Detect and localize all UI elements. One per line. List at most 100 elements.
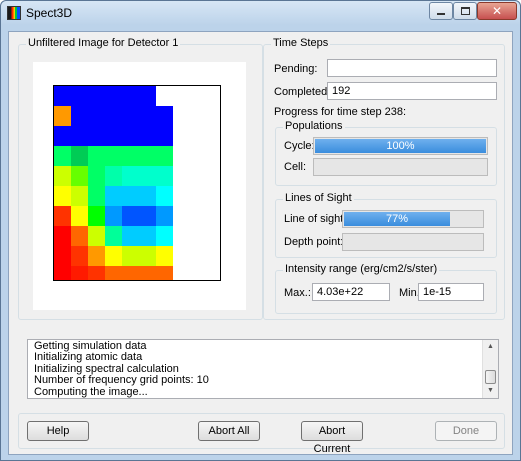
heatmap-cell [207, 86, 220, 106]
depth-point-progress-bar [342, 233, 484, 251]
heatmap-cell [71, 266, 88, 280]
heatmap-cell [54, 106, 71, 126]
heatmap-cell [54, 226, 71, 246]
heatmap-cell [190, 106, 207, 126]
detector-image-panel [33, 62, 246, 310]
done-button[interactable]: Done [435, 421, 497, 441]
window-title: Spect3D [26, 6, 73, 20]
heatmap-cell [156, 206, 173, 226]
detector-heatmap [53, 85, 221, 281]
scroll-up-icon[interactable]: ▲ [483, 340, 498, 354]
cycle-label: Cycle: [284, 140, 315, 152]
heatmap-cell [139, 166, 156, 186]
heatmap-cell [173, 126, 190, 146]
heatmap-cell [54, 166, 71, 186]
max-intensity-field[interactable]: 4.03e+22 [312, 283, 390, 301]
heatmap-cell [54, 146, 71, 166]
image-group: Unfiltered Image for Detector 1 [18, 37, 263, 320]
max-label: Max.: [284, 287, 311, 299]
heatmap-cell [71, 126, 88, 146]
heatmap-cell [173, 266, 190, 280]
heatmap-cell [207, 106, 220, 126]
heatmap-cell [105, 186, 122, 206]
heatmap-cell [71, 186, 88, 206]
heatmap-cell [88, 126, 105, 146]
progress-caption: Progress for time step 238: [274, 106, 407, 118]
time-steps-label: Time Steps [271, 37, 331, 49]
minimize-icon [437, 13, 445, 15]
heatmap-cell [105, 246, 122, 266]
heatmap-cell [207, 146, 220, 166]
heatmap-cell [71, 86, 88, 106]
spect3d-app-icon [7, 6, 21, 20]
heatmap-cell [88, 86, 105, 106]
cycle-progress-bar: 100% [313, 137, 488, 155]
heatmap-cell [139, 246, 156, 266]
heatmap-cell [54, 206, 71, 226]
heatmap-cell [190, 186, 207, 206]
completed-field[interactable]: 192 [327, 82, 497, 100]
cell-progress-bar [313, 158, 488, 176]
intensity-range-group: Intensity range (erg/cm2/s/ster) Max.: 4… [275, 263, 497, 314]
populations-label: Populations [283, 120, 345, 132]
heatmap-cell [122, 146, 139, 166]
min-intensity-field[interactable]: 1e-15 [418, 283, 484, 301]
heatmap-cell [139, 86, 156, 106]
log-scrollbar[interactable]: ▲ ▼ [482, 340, 498, 398]
heatmap-cell [173, 146, 190, 166]
heatmap-cell [139, 226, 156, 246]
maximize-icon [460, 7, 470, 15]
heatmap-cell [71, 246, 88, 266]
heatmap-cell [207, 266, 220, 280]
heatmap-cell [71, 226, 88, 246]
heatmap-cell [122, 266, 139, 280]
heatmap-cell [54, 266, 71, 280]
log-line: Computing the image... [34, 385, 148, 398]
heatmap-cell [122, 126, 139, 146]
heatmap-cell [122, 86, 139, 106]
heatmap-cell [105, 206, 122, 226]
heatmap-cell [88, 186, 105, 206]
image-group-label: Unfiltered Image for Detector 1 [26, 37, 181, 49]
heatmap-cell [190, 266, 207, 280]
heatmap-cell [207, 246, 220, 266]
scroll-down-icon[interactable]: ▼ [483, 384, 498, 398]
log-lines: Getting simulation data Initializing ato… [34, 340, 480, 398]
populations-group: Populations Cycle: 100% Cell: [275, 120, 497, 186]
abort-all-button[interactable]: Abort All [198, 421, 260, 441]
heatmap-cell [122, 246, 139, 266]
heatmap-cell [54, 186, 71, 206]
heatmap-cell [156, 166, 173, 186]
heatmap-cell [207, 226, 220, 246]
dialog-client-area: Unfiltered Image for Detector 1 Time Ste… [8, 31, 513, 455]
heatmap-cell [105, 266, 122, 280]
heatmap-cell [173, 226, 190, 246]
heatmap-cell [105, 126, 122, 146]
close-button[interactable]: ✕ [477, 2, 517, 20]
title-bar[interactable]: Spect3D ✕ [1, 1, 520, 25]
pending-field[interactable] [327, 59, 497, 77]
cycle-progress-text: 100% [386, 140, 415, 152]
help-button[interactable]: Help [27, 421, 89, 441]
scrollbar-thumb[interactable] [485, 370, 496, 384]
heatmap-cell [139, 186, 156, 206]
heatmap-cell [173, 206, 190, 226]
heatmap-cell [173, 106, 190, 126]
heatmap-cell [88, 266, 105, 280]
lines-of-sight-group: Lines of Sight Line of sight: 77% Depth … [275, 192, 497, 258]
heatmap-cell [88, 166, 105, 186]
minimize-button[interactable] [429, 2, 453, 20]
heatmap-cell [156, 86, 173, 106]
heatmap-cell [156, 246, 173, 266]
heatmap-cell [207, 166, 220, 186]
heatmap-cell [190, 226, 207, 246]
abort-current-button[interactable]: Abort Current [301, 421, 363, 455]
heatmap-cell [156, 226, 173, 246]
status-log[interactable]: Getting simulation data Initializing ato… [27, 339, 499, 399]
heatmap-cell [105, 146, 122, 166]
maximize-button[interactable] [453, 2, 477, 20]
heatmap-cell [54, 86, 71, 106]
heatmap-cell [156, 146, 173, 166]
heatmap-cell [139, 206, 156, 226]
app-window: Spect3D ✕ Unfiltered Image for Detector … [0, 0, 521, 461]
